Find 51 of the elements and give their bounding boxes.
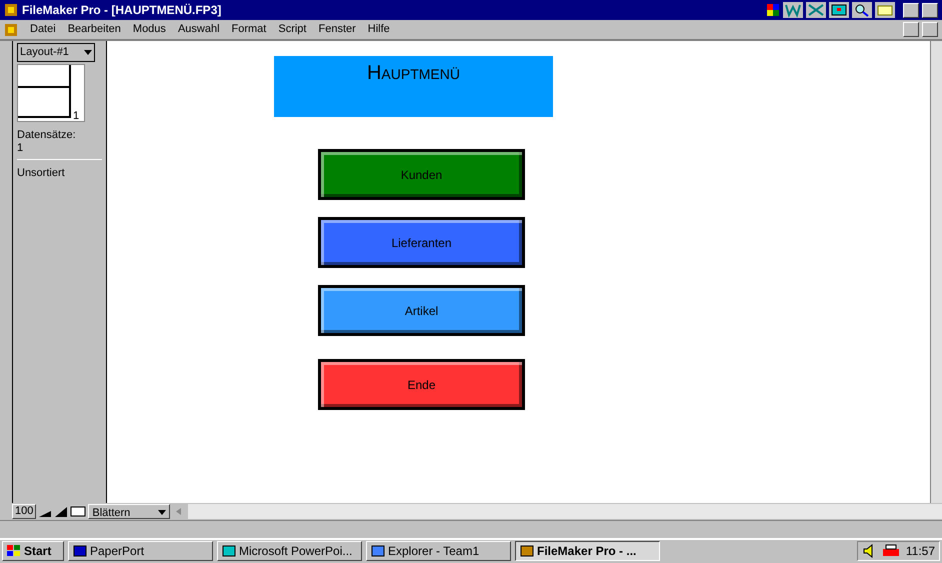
zoom-in-icon[interactable] bbox=[54, 505, 68, 518]
minimize-button[interactable] bbox=[903, 22, 919, 37]
toolbar-icon[interactable] bbox=[806, 2, 826, 18]
app-icon bbox=[73, 544, 87, 558]
menu-item[interactable]: Auswahl bbox=[178, 21, 220, 38]
clock: 11:57 bbox=[906, 542, 935, 560]
taskbar-button[interactable]: Microsoft PowerPoi... bbox=[217, 540, 362, 560]
search-icon[interactable] bbox=[852, 2, 872, 18]
menu-item[interactable]: Fenster bbox=[318, 21, 356, 38]
sort-status: Unsortiert bbox=[17, 166, 66, 180]
menu-item[interactable]: Datei bbox=[30, 21, 56, 38]
vertical-scrollbar[interactable] bbox=[930, 41, 942, 503]
app-icon bbox=[4, 3, 18, 17]
menu-button[interactable]: Ende bbox=[318, 359, 525, 410]
taskbar-button[interactable]: Explorer - Team1 bbox=[366, 540, 511, 560]
horizontal-scrollbar[interactable] bbox=[188, 504, 942, 519]
book-icon[interactable] bbox=[17, 64, 85, 122]
menu-item[interactable]: Hilfe bbox=[368, 21, 390, 38]
app-icon bbox=[371, 544, 385, 558]
menu-button[interactable]: Lieferanten bbox=[318, 217, 525, 268]
taskbar-button[interactable]: PaperPort bbox=[68, 540, 213, 560]
mode-dropdown[interactable]: Blättern bbox=[88, 504, 170, 519]
record-number: 1 bbox=[73, 108, 80, 124]
menu-item[interactable]: Script bbox=[278, 21, 306, 38]
printer-icon[interactable] bbox=[882, 544, 900, 558]
menu-item[interactable]: Bearbeiten bbox=[68, 21, 121, 38]
window-title: FileMaker Pro - [HAUPTMENÜ.FP3] bbox=[22, 2, 222, 19]
app-icon bbox=[222, 544, 236, 558]
toolbar-icon[interactable] bbox=[782, 2, 802, 18]
restore-button[interactable] bbox=[922, 2, 938, 18]
zoom-level[interactable]: 100 bbox=[12, 504, 36, 519]
caret-icon bbox=[84, 50, 92, 55]
start-button[interactable]: Start bbox=[2, 540, 64, 560]
records-count: 1 bbox=[17, 143, 24, 154]
minimize-button[interactable] bbox=[903, 2, 919, 18]
menu-item[interactable]: Modus bbox=[132, 21, 166, 38]
taskbar-button[interactable]: FileMaker Pro - ... bbox=[515, 540, 660, 560]
restore-button[interactable] bbox=[922, 22, 938, 37]
menu-item[interactable]: Format bbox=[232, 21, 266, 38]
menu-button[interactable]: Artikel bbox=[318, 285, 525, 336]
toolbar-icon[interactable] bbox=[828, 2, 848, 18]
layout-dropdown[interactable]: Layout-#1 bbox=[17, 43, 95, 62]
folder-icon[interactable] bbox=[874, 2, 894, 18]
records-label: Datensätze: bbox=[17, 130, 77, 141]
app-icon bbox=[520, 544, 534, 558]
status-area-icon[interactable] bbox=[70, 505, 86, 518]
menu-button[interactable]: Kunden bbox=[318, 149, 525, 200]
windows-logo-icon bbox=[7, 544, 21, 556]
header-title: Hauptmenü bbox=[274, 56, 553, 117]
office-icon[interactable] bbox=[766, 3, 780, 17]
caret-icon bbox=[158, 510, 166, 515]
